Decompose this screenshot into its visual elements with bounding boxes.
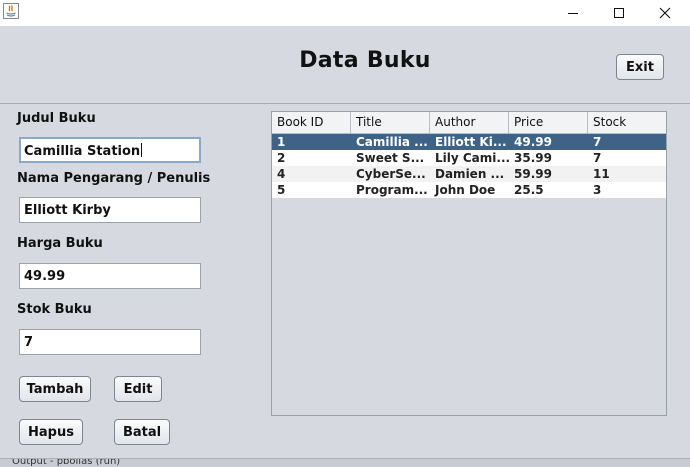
judul-label: Judul Buku — [17, 111, 96, 126]
minimize-button[interactable] — [550, 0, 596, 26]
column-header-author[interactable]: Author — [430, 112, 509, 133]
minimize-icon — [568, 13, 578, 14]
table-row[interactable]: 2 Sweet S... Lily Cami... 35.99 7 — [272, 150, 666, 166]
table-cell: 3 — [593, 183, 602, 197]
stok-label: Stok Buku — [17, 302, 92, 317]
harga-field[interactable]: 49.99 — [19, 263, 201, 289]
table-cell: 7 — [593, 151, 602, 165]
table-cell: 49.99 — [514, 135, 552, 149]
table-cell: 5 — [277, 183, 286, 197]
table-cell: 59.99 — [514, 167, 552, 181]
penulis-field[interactable]: Elliott Kirby — [19, 197, 201, 223]
judul-field[interactable]: Camillia Station — [19, 137, 201, 163]
close-button[interactable] — [642, 0, 688, 26]
table-row[interactable]: 4 CyberSe... Damien ... 59.99 11 — [272, 166, 666, 182]
table-cell: 2 — [277, 151, 286, 165]
page-title: Data Buku — [299, 48, 431, 73]
table-cell: 11 — [593, 167, 610, 181]
harga-label: Harga Buku — [17, 236, 103, 251]
table-cell: Damien ... — [435, 167, 505, 181]
table-cell: CyberSe... — [356, 167, 426, 181]
penulis-label: Nama Pengarang / Penulis — [17, 171, 211, 186]
column-header-price[interactable]: Price — [509, 112, 588, 133]
table-header: Book ID Title Author Price Stock — [272, 112, 666, 134]
maximize-icon — [614, 8, 624, 18]
table-row[interactable]: 1 Camillia ... Elliott Ki... 49.99 7 — [272, 134, 666, 150]
table-cell: 1 — [277, 135, 286, 149]
table-cell: 4 — [277, 167, 286, 181]
tambah-button[interactable]: Tambah — [19, 376, 91, 402]
batal-button[interactable]: Batal — [114, 419, 170, 445]
column-header-stock[interactable]: Stock — [588, 112, 666, 133]
text-caret — [141, 143, 143, 157]
close-icon — [659, 7, 671, 19]
table-cell: Sweet S... — [356, 151, 425, 165]
table-cell: 35.99 — [514, 151, 552, 165]
table-cell: 25.5 — [514, 183, 544, 197]
java-app-icon — [3, 3, 19, 19]
table-cell: John Doe — [435, 183, 496, 197]
table-cell: Lily Cami... — [435, 151, 509, 165]
table-row[interactable]: 5 Program... John Doe 25.5 3 — [272, 182, 666, 198]
table-cell: 7 — [593, 135, 602, 149]
table-cell: Elliott Ki... — [435, 135, 507, 149]
column-header-title[interactable]: Title — [351, 112, 430, 133]
maximize-button[interactable] — [596, 0, 642, 26]
book-table[interactable]: Book ID Title Author Price Stock 1 Camil… — [271, 111, 667, 416]
title-bar — [0, 0, 690, 26]
table-cell: Camillia ... — [356, 135, 428, 149]
exit-button[interactable]: Exit — [616, 54, 664, 80]
hapus-button[interactable]: Hapus — [19, 419, 83, 445]
column-header-book-id[interactable]: Book ID — [272, 112, 351, 133]
stok-field[interactable]: 7 — [19, 329, 201, 355]
judul-value: Camillia Station — [24, 144, 141, 159]
table-cell: Program... — [356, 183, 428, 197]
edit-button[interactable]: Edit — [114, 376, 162, 402]
